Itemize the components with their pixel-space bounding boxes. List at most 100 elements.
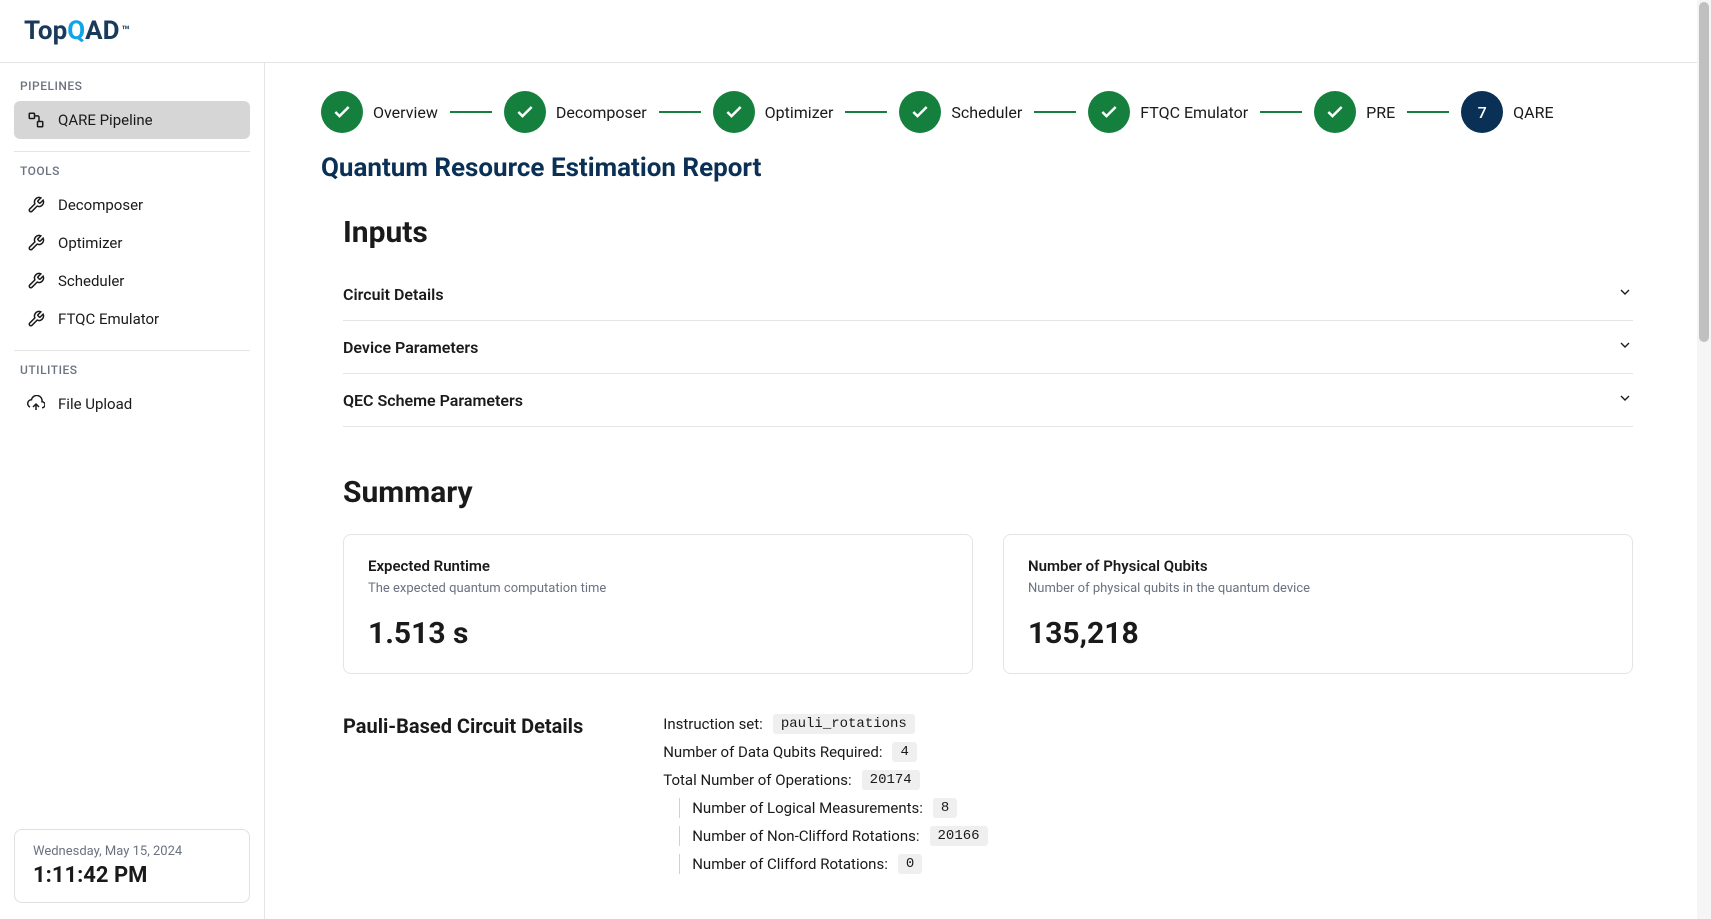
accordion-qec-scheme-parameters[interactable]: QEC Scheme Parameters — [343, 374, 1633, 427]
sidebar-section-tools-label: TOOLS — [14, 164, 250, 178]
check-icon — [1314, 91, 1356, 133]
step-optimizer[interactable]: Optimizer — [713, 91, 834, 133]
detail-row-total-operations: Total Number of Operations: 20174 — [663, 770, 1633, 790]
accordion-label: Device Parameters — [343, 338, 478, 357]
sidebar-item-label: Optimizer — [58, 234, 122, 252]
step-connector — [1034, 111, 1076, 113]
step-connector — [1260, 111, 1302, 113]
sidebar-divider — [14, 151, 250, 152]
sidebar-item-label: Scheduler — [58, 272, 124, 290]
step-label: Optimizer — [765, 103, 834, 122]
step-label: QARE — [1513, 103, 1553, 122]
logo-text-ad: AD — [85, 16, 119, 46]
datetime-date: Wednesday, May 15, 2024 — [33, 844, 231, 859]
step-pre[interactable]: PRE — [1314, 91, 1395, 133]
app-header: TopQAD™ — [0, 0, 1711, 63]
step-label: FTQC Emulator — [1140, 103, 1248, 122]
pipeline-icon — [26, 110, 46, 130]
page-title: Quantum Resource Estimation Report — [321, 153, 1655, 183]
chevron-down-icon — [1617, 284, 1633, 304]
detail-label: Instruction set: — [663, 715, 763, 733]
step-label: Overview — [373, 103, 438, 122]
summary-cards: Expected Runtime The expected quantum co… — [343, 534, 1633, 674]
datetime-time: 1:11:42 PM — [33, 863, 231, 888]
detail-row-non-clifford-rotations: Number of Non-Clifford Rotations: 20166 — [679, 826, 1633, 846]
sidebar-item-label: QARE Pipeline — [58, 111, 153, 129]
sidebar-item-file-upload[interactable]: File Upload — [14, 385, 250, 423]
detail-value: pauli_rotations — [773, 714, 915, 734]
main-content: Overview Decomposer Optimizer — [265, 63, 1711, 919]
step-scheduler[interactable]: Scheduler — [899, 91, 1022, 133]
sidebar-item-optimizer[interactable]: Optimizer — [14, 224, 250, 262]
circuit-details-title: Pauli-Based Circuit Details — [343, 714, 583, 882]
wrench-icon — [26, 309, 46, 329]
detail-label: Number of Data Qubits Required: — [663, 743, 882, 761]
sidebar-item-label: File Upload — [58, 395, 132, 413]
pipeline-stepper: Overview Decomposer Optimizer — [321, 91, 1655, 133]
scrollbar-thumb[interactable] — [1699, 2, 1709, 342]
card-physical-qubits: Number of Physical Qubits Number of phys… — [1003, 534, 1633, 674]
logo-tm: ™ — [122, 24, 130, 39]
wrench-icon — [26, 233, 46, 253]
sidebar-item-scheduler[interactable]: Scheduler — [14, 262, 250, 300]
detail-label: Number of Clifford Rotations: — [680, 855, 888, 873]
sidebar: PIPELINES QARE Pipeline TOOLS Decomposer — [0, 63, 265, 919]
step-decomposer[interactable]: Decomposer — [504, 91, 647, 133]
datetime-box: Wednesday, May 15, 2024 1:11:42 PM — [14, 829, 250, 903]
circuit-details-section: Pauli-Based Circuit Details Instruction … — [343, 714, 1633, 882]
summary-heading: Summary — [343, 475, 1633, 510]
step-label: PRE — [1366, 103, 1395, 122]
detail-label: Total Number of Operations: — [663, 771, 851, 789]
sidebar-item-label: Decomposer — [58, 196, 143, 214]
accordion-device-parameters[interactable]: Device Parameters — [343, 321, 1633, 374]
inputs-heading: Inputs — [343, 215, 1633, 250]
sidebar-item-label: FTQC Emulator — [58, 310, 159, 328]
sidebar-item-qare-pipeline[interactable]: QARE Pipeline — [14, 101, 250, 139]
detail-value: 4 — [892, 742, 916, 762]
scrollbar-track[interactable] — [1697, 0, 1711, 919]
logo-text-top: Top — [24, 16, 67, 46]
logo-text-q: Q — [67, 16, 85, 46]
check-icon — [1088, 91, 1130, 133]
step-connector — [659, 111, 701, 113]
chevron-down-icon — [1617, 390, 1633, 410]
detail-value: 8 — [933, 798, 957, 818]
detail-row-logical-measurements: Number of Logical Measurements: 8 — [679, 798, 1633, 818]
upload-icon — [26, 394, 46, 414]
check-icon — [321, 91, 363, 133]
sidebar-section-pipelines-label: PIPELINES — [14, 79, 250, 93]
chevron-down-icon — [1617, 337, 1633, 357]
sidebar-item-ftqc-emulator[interactable]: FTQC Emulator — [14, 300, 250, 338]
step-number: 7 — [1461, 91, 1503, 133]
check-icon — [899, 91, 941, 133]
detail-row-instruction-set: Instruction set: pauli_rotations — [663, 714, 1633, 734]
accordion-label: Circuit Details — [343, 285, 444, 304]
detail-row-clifford-rotations: Number of Clifford Rotations: 0 — [679, 854, 1633, 874]
detail-value: 20166 — [930, 826, 988, 846]
card-title: Expected Runtime — [368, 557, 948, 575]
step-connector — [450, 111, 492, 113]
sidebar-item-decomposer[interactable]: Decomposer — [14, 186, 250, 224]
card-subtitle: The expected quantum computation time — [368, 581, 948, 596]
detail-row-data-qubits: Number of Data Qubits Required: 4 — [663, 742, 1633, 762]
wrench-icon — [26, 271, 46, 291]
sidebar-section-utilities-label: UTILITIES — [14, 363, 250, 377]
step-connector — [845, 111, 887, 113]
step-ftqc-emulator[interactable]: FTQC Emulator — [1088, 91, 1248, 133]
card-expected-runtime: Expected Runtime The expected quantum co… — [343, 534, 973, 674]
check-icon — [504, 91, 546, 133]
detail-value: 20174 — [862, 770, 920, 790]
accordion-label: QEC Scheme Parameters — [343, 391, 523, 410]
step-connector — [1407, 111, 1449, 113]
accordion-circuit-details[interactable]: Circuit Details — [343, 268, 1633, 321]
card-subtitle: Number of physical qubits in the quantum… — [1028, 581, 1608, 596]
app-logo: TopQAD™ — [24, 16, 130, 46]
card-title: Number of Physical Qubits — [1028, 557, 1608, 575]
step-qare[interactable]: 7 QARE — [1461, 91, 1553, 133]
detail-label: Number of Non-Clifford Rotations: — [680, 827, 919, 845]
step-overview[interactable]: Overview — [321, 91, 438, 133]
detail-label: Number of Logical Measurements: — [680, 799, 923, 817]
wrench-icon — [26, 195, 46, 215]
step-label: Decomposer — [556, 103, 647, 122]
sidebar-divider — [14, 350, 250, 351]
